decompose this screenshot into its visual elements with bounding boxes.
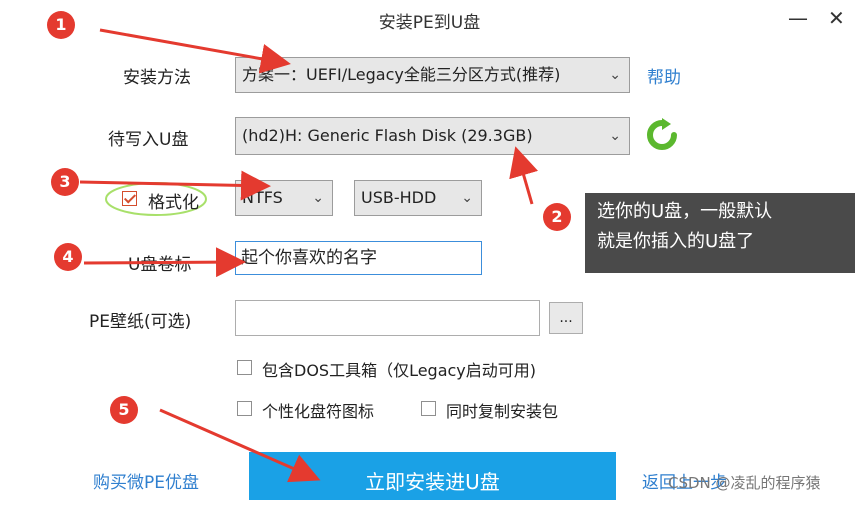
install-method-value: 方案一：UEFI/Legacy全能三分区方式(推荐) [242, 65, 561, 84]
annotation-badge-3: 3 [51, 168, 79, 196]
arrow-2 [509, 146, 539, 205]
install-method-label: 安装方法 [123, 68, 191, 88]
filesystem-select[interactable]: NTFS ⌄ [235, 180, 333, 216]
chevron-down-icon: ⌄ [609, 128, 621, 144]
custom-icon-checkbox[interactable] [237, 401, 252, 416]
watermark: CSDN @凌乱的程序猿 [668, 474, 821, 492]
tooltip-line-2: 就是你插入的U盘了 [597, 231, 755, 252]
volume-label: U盘卷标 [128, 255, 192, 275]
target-disk-label: 待写入U盘 [108, 130, 189, 150]
install-button[interactable]: 立即安装进U盘 [249, 452, 616, 500]
mode-value: USB-HDD [361, 188, 437, 207]
help-link[interactable]: 帮助 [647, 63, 681, 88]
annotation-badge-5: 5 [110, 396, 138, 424]
volume-value: 起个你喜欢的名字 [241, 248, 377, 268]
annotation-badge-4: 4 [54, 243, 82, 271]
format-checkbox[interactable] [122, 191, 137, 206]
refresh-icon[interactable] [645, 118, 679, 152]
copy-installer-checkbox[interactable] [421, 401, 436, 416]
dos-tools-checkbox[interactable] [237, 360, 252, 375]
annotation-tooltip: 选你的U盘，一般默认 就是你插入的U盘了 [585, 193, 855, 273]
mode-select[interactable]: USB-HDD ⌄ [354, 180, 482, 216]
browse-button[interactable]: ... [549, 302, 583, 334]
chevron-down-icon: ⌄ [312, 190, 324, 206]
dos-tools-label: 包含DOS工具箱（仅Legacy启动可用) [262, 361, 537, 380]
window-title: 安装PE到U盘 [378, 13, 481, 33]
install-method-select[interactable]: 方案一：UEFI/Legacy全能三分区方式(推荐) ⌄ [235, 57, 630, 93]
copy-installer-label: 同时复制安装包 [446, 402, 559, 421]
minimize-button[interactable]: — [788, 6, 808, 30]
annotation-badge-2: 2 [543, 203, 571, 231]
chevron-down-icon: ⌄ [609, 67, 621, 83]
wallpaper-input[interactable] [235, 300, 540, 336]
chevron-down-icon: ⌄ [461, 190, 473, 206]
annotation-badge-1: 1 [47, 11, 75, 39]
format-label: 格式化 [148, 193, 199, 213]
volume-input[interactable]: 起个你喜欢的名字 [235, 241, 482, 275]
filesystem-value: NTFS [242, 188, 283, 207]
wallpaper-label: PE壁纸(可选) [89, 312, 192, 332]
target-disk-select[interactable]: (hd2)H: Generic Flash Disk (29.3GB) ⌄ [235, 117, 630, 155]
tooltip-line-1: 选你的U盘，一般默认 [597, 201, 773, 222]
close-button[interactable]: ✕ [828, 6, 845, 30]
target-disk-value: (hd2)H: Generic Flash Disk (29.3GB) [242, 126, 533, 145]
custom-icon-label: 个性化盘符图标 [262, 402, 375, 421]
buy-link[interactable]: 购买微PE优盘 [93, 468, 199, 493]
